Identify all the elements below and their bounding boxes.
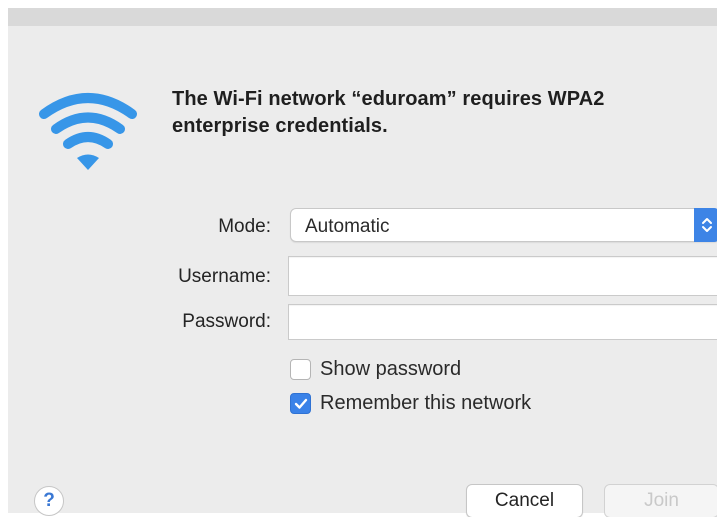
screen: The Wi-Fi network “eduroam” requires WPA… bbox=[0, 0, 717, 517]
checkmark-icon bbox=[294, 398, 307, 409]
username-field[interactable] bbox=[288, 256, 717, 296]
remember-network-checkbox[interactable] bbox=[290, 393, 311, 414]
wifi-icon bbox=[39, 93, 137, 170]
mode-label: Mode: bbox=[218, 216, 271, 237]
cancel-button[interactable]: Cancel bbox=[466, 484, 583, 517]
remember-network-option[interactable]: Remember this network bbox=[290, 392, 531, 415]
show-password-checkbox[interactable] bbox=[290, 359, 311, 380]
password-label: Password: bbox=[182, 311, 271, 332]
show-password-option[interactable]: Show password bbox=[290, 358, 461, 381]
show-password-label: Show password bbox=[320, 358, 462, 380]
select-arrows-icon[interactable] bbox=[694, 208, 717, 242]
mode-selected-value: Automatic bbox=[305, 216, 390, 237]
password-field[interactable] bbox=[288, 304, 717, 340]
dialog-message: The Wi-Fi network “eduroam” requires WPA… bbox=[172, 88, 605, 137]
username-label: Username: bbox=[178, 266, 271, 287]
wifi-credentials-dialog: The Wi-Fi network “eduroam” requires WPA… bbox=[8, 8, 717, 517]
join-button[interactable]: Join bbox=[604, 484, 717, 517]
remember-network-label: Remember this network bbox=[320, 392, 532, 414]
help-button[interactable]: ? bbox=[34, 486, 64, 516]
mode-select[interactable]: Automatic bbox=[290, 208, 717, 242]
